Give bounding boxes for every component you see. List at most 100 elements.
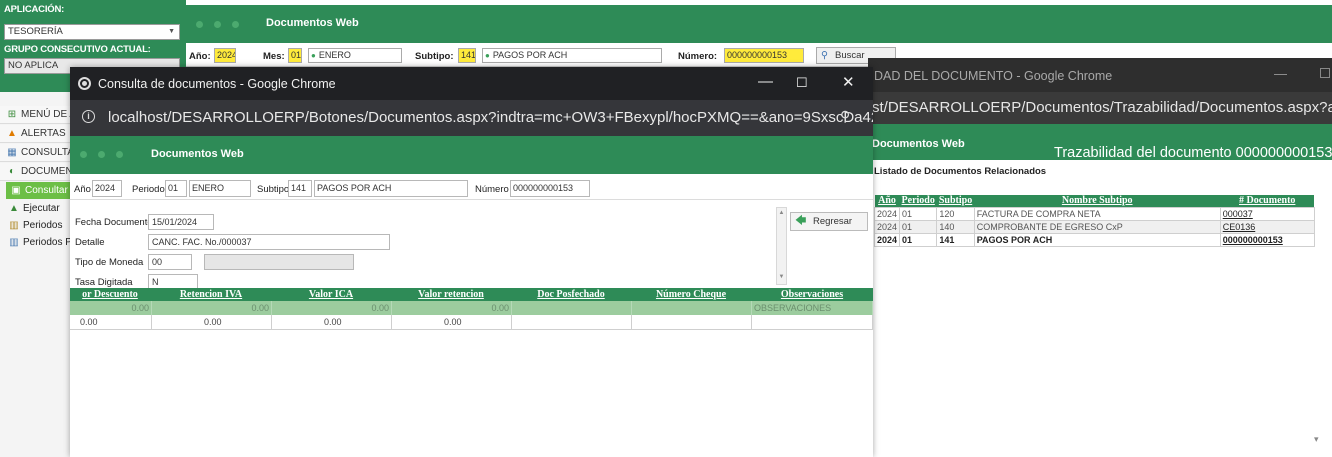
column-header[interactable]: Retencion IVA [152, 288, 270, 301]
numero-input[interactable]: 000000000153 [724, 48, 804, 63]
address-bar[interactable]: i localhost/DESARROLLOERP/Botones/Docume… [70, 100, 873, 136]
scroll-up-icon[interactable]: ▲ [778, 210, 785, 216]
trazabilidad-window: DAD DEL DOCUMENTO - Google Chrome — st/D… [868, 58, 1332, 457]
document-link[interactable]: 000000000153 [1219, 232, 1315, 247]
document-link[interactable]: CE0136 [1219, 219, 1315, 234]
mes-input[interactable]: 01 [288, 48, 302, 63]
column-header[interactable]: Doc Posfechado [512, 288, 630, 301]
scroll-down-icon[interactable]: ▾ [1314, 434, 1319, 445]
column-header[interactable]: Periodo [899, 195, 937, 207]
menu-item-label: ALERTAS [21, 128, 66, 139]
regresar-button[interactable]: 🡄 Regresar [790, 212, 868, 231]
cell-nombre: COMPROBANTE DE EGRESO CxP [973, 219, 1221, 234]
detalle-field[interactable]: CANC. FAC. No./000037 [148, 234, 390, 250]
scroll-down-icon[interactable]: ▼ [778, 274, 785, 280]
window-title: DAD DEL DOCUMENTO - Google Chrome [874, 69, 1113, 83]
subtipo-input[interactable]: 141 [458, 48, 476, 63]
minimize-button[interactable]: — [1274, 66, 1287, 81]
periodo-field[interactable]: 01 [165, 180, 187, 197]
cell-subtipo: 120 [936, 206, 975, 221]
column-header[interactable]: Valor ICA [272, 288, 390, 301]
mes-name-field[interactable]: ● ENERO [308, 48, 402, 63]
arrow-left-icon: 🡄 [795, 215, 807, 227]
minimize-button[interactable]: — [758, 73, 773, 90]
document-link[interactable]: 000037 [1219, 206, 1315, 221]
menu-grid-icon: ⊞ [7, 109, 17, 120]
zoom-icon[interactable]: ⚲ [840, 108, 850, 125]
subtipo-field[interactable]: 141 [288, 180, 312, 197]
trazabilidad-heading: Trazabilidad del documento 000000000153 [1054, 145, 1332, 161]
maximize-button[interactable] [1320, 68, 1330, 78]
lookup-icon: ● [311, 51, 316, 60]
consulta-window: Consulta de documentos - Google Chrome —… [70, 67, 873, 457]
document-icon: ◐ [8, 166, 16, 177]
maximize-button[interactable]: ☐ [796, 75, 808, 91]
grid-cell [512, 301, 632, 315]
column-header[interactable]: Subtipo [936, 195, 975, 207]
grid-cell [632, 301, 752, 315]
calendar-icon: ▥ [9, 220, 19, 231]
submenu-ejecutar[interactable]: ▲ Ejecutar [8, 200, 60, 217]
grid-cell: 0.00 [70, 301, 152, 315]
search-doc-icon: ▣ [11, 185, 21, 196]
grid-cell: 0.00 [272, 315, 392, 330]
periodo-name-field[interactable]: ENERO [189, 180, 251, 197]
aplicacion-label: APLICACIÓN: [4, 4, 65, 15]
column-header[interactable]: or Descuento [70, 288, 150, 301]
document-form: Fecha Documento 15/01/2024 Detalle CANC.… [70, 201, 873, 290]
numero-label: Número: [678, 51, 718, 62]
column-header[interactable]: Número Cheque [632, 288, 750, 301]
column-header[interactable]: Nombre Subtipo [974, 195, 1221, 207]
anio-field[interactable]: 2024 [92, 180, 122, 197]
submenu-label: Periodos P [23, 237, 72, 248]
app-header: Documentos Web [186, 5, 1332, 43]
lookup-icon: ● [485, 51, 490, 60]
submenu-periodos-p[interactable]: ▥ Periodos P [8, 234, 72, 251]
cell-nombre: PAGOS POR ACH [973, 232, 1221, 247]
anio-input[interactable]: 2024 [214, 48, 236, 63]
numero-field[interactable]: 000000000153 [510, 180, 590, 197]
cell-subtipo: 140 [936, 219, 975, 234]
window-titlebar: Consulta de documentos - Google Chrome —… [70, 67, 873, 100]
column-header[interactable]: Observaciones [752, 288, 872, 301]
header-dot [98, 151, 105, 158]
cell-anio: 2024 [873, 219, 901, 234]
cell-periodo: 01 [899, 206, 938, 221]
grupo-label: GRUPO CONSECUTIVO ACTUAL: [4, 44, 151, 55]
table-row: 2024 01 120 FACTURA DE COMPRA NETA 00003… [873, 206, 1315, 221]
grid-cell [752, 315, 873, 330]
grid-cell: 0.00 [152, 301, 272, 315]
grid-header: or Descuento Retencion IVA Valor ICA Val… [70, 288, 873, 301]
aplicacion-value: TESORERÍA [8, 26, 63, 37]
close-button[interactable]: ✕ [842, 73, 855, 91]
calendar-icon: ▥ [9, 237, 19, 248]
form-scrollbar[interactable]: ▲ ▼ [776, 207, 787, 285]
subtipo-name-field[interactable]: ● PAGOS POR ACH [482, 48, 662, 63]
moneda-name-field [204, 254, 354, 270]
mes-name: ENERO [318, 50, 351, 60]
column-header[interactable]: Valor retencion [392, 288, 510, 301]
address-bar[interactable]: st/DESARROLLOERP/Documentos/Trazabilidad… [868, 92, 1332, 124]
grid-cell: 0.00 [70, 315, 152, 330]
column-header[interactable]: # Documento [1220, 195, 1315, 207]
cell-periodo: 01 [899, 219, 938, 234]
info-icon[interactable]: i [82, 110, 95, 123]
grid-row: 0.00 0.00 0.00 0.00 [70, 315, 873, 330]
moneda-field[interactable]: 00 [148, 254, 192, 270]
cell-anio: 2024 [873, 206, 901, 221]
cell-anio: 2024 [873, 232, 901, 247]
submenu-periodos[interactable]: ▥ Periodos [8, 217, 62, 234]
aplicacion-select[interactable]: TESORERÍA ▼ [4, 24, 180, 40]
fecha-field[interactable]: 15/01/2024 [148, 214, 214, 230]
subtipo-label: Subtipo [257, 184, 290, 195]
subtipo-name-field[interactable]: PAGOS POR ACH [314, 180, 468, 197]
warning-icon: ▲ [7, 128, 17, 139]
document-filter-bar: Año 2024 Periodo 01 ENERO Subtipo 141 PA… [70, 174, 873, 200]
submenu-label: Periodos [23, 220, 63, 231]
header-dot [116, 151, 123, 158]
anio-label: Año [74, 184, 91, 195]
url-text: st/DESARROLLOERP/Documentos/Trazabilidad… [872, 99, 1332, 116]
fecha-label: Fecha Documento [75, 217, 153, 228]
column-header[interactable]: Año [874, 195, 900, 207]
grid-cell: OBSERVACIONES DETALLE [752, 301, 873, 327]
